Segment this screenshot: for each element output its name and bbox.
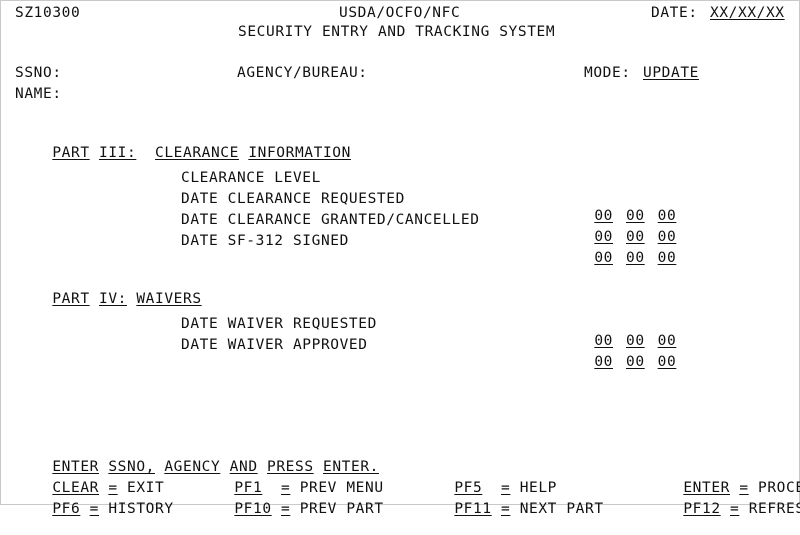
- terminal-screen: SZ10300 USDA/OCFO/NFC DATE: XX/XX/XX SEC…: [0, 0, 800, 517]
- date-waiver-approved-fields: 00 00 00: [557, 337, 676, 388]
- pfkey-pf6-history[interactable]: PF6 = HISTORY: [15, 484, 174, 535]
- program-id: SZ10300: [15, 5, 81, 21]
- clearance-level-input[interactable]: [557, 170, 583, 185]
- part4-heading-word: WAIVERS: [136, 291, 202, 307]
- pfkey-action: REFRESH: [748, 501, 800, 517]
- date-waiver-approved-label: DATE WAIVER APPROVED: [181, 337, 368, 353]
- part4-heading-word: PART: [52, 291, 90, 307]
- pfkey-pf11-next-part[interactable]: PF11 = NEXT PART: [417, 484, 604, 535]
- pfkey-action: HISTORY: [108, 501, 174, 517]
- date-field-yy[interactable]: 00: [658, 354, 677, 371]
- pfkey-separator: =: [730, 501, 740, 517]
- part3-heading-word: CLEARANCE: [155, 145, 239, 161]
- date-clearance-requested-label: DATE CLEARANCE REQUESTED: [181, 191, 405, 207]
- pfkey-name: PF10: [234, 501, 272, 517]
- mode-label: MODE:: [584, 65, 631, 81]
- pfkey-separator: =: [89, 501, 100, 517]
- date-sf312-signed-fields: 00 00 00: [557, 233, 676, 284]
- clearance-level-label: CLEARANCE LEVEL: [181, 170, 321, 186]
- date-clearance-granted-label: DATE CLEARANCE GRANTED/CANCELLED: [181, 212, 480, 228]
- screen-title: SECURITY ENTRY AND TRACKING SYSTEM: [238, 24, 556, 40]
- date-waiver-requested-label: DATE WAIVER REQUESTED: [181, 316, 377, 332]
- part3-heading-word: PART: [52, 145, 90, 161]
- agency-bureau-label: AGENCY/BUREAU:: [237, 65, 368, 81]
- pfkey-pf10-prev-part[interactable]: PF10 = PREV PART: [197, 484, 384, 535]
- part3-heading-word: INFORMATION: [248, 145, 351, 161]
- part4-heading-word: IV:: [99, 291, 127, 307]
- name-value: [79, 86, 179, 101]
- date-field-yy[interactable]: 00: [658, 250, 677, 267]
- pfkey-pf12-refresh[interactable]: PF12 = REFRESH: [646, 484, 800, 535]
- pfkey-name: PF12: [683, 501, 721, 517]
- part4-heading: PART IV: WAIVERS: [15, 274, 202, 325]
- pfkey-action: NEXT PART: [519, 501, 604, 517]
- organization-label: USDA/OCFO/NFC: [339, 5, 461, 21]
- date-sf312-signed-label: DATE SF-312 SIGNED: [181, 233, 349, 249]
- pfkey-action: PREV PART: [299, 501, 384, 517]
- ssno-input[interactable]: [79, 65, 179, 80]
- date-field-mm[interactable]: 00: [594, 250, 613, 267]
- name-label: NAME:: [15, 86, 62, 102]
- pfkey-separator: =: [501, 501, 511, 517]
- mode-value[interactable]: UPDATE: [643, 65, 699, 82]
- date-field-mm[interactable]: 00: [594, 354, 613, 371]
- part3-heading-word: III:: [99, 145, 137, 161]
- date-label: DATE:: [651, 5, 698, 21]
- date-value[interactable]: XX/XX/XX: [710, 5, 785, 22]
- agency-bureau-input[interactable]: [386, 65, 466, 80]
- pfkey-name: PF11: [454, 501, 492, 517]
- pfkey-separator: =: [281, 501, 291, 517]
- date-field-dd[interactable]: 00: [626, 250, 645, 267]
- date-field-dd[interactable]: 00: [626, 354, 645, 371]
- pfkey-name: PF6: [52, 501, 81, 517]
- ssno-label: SSNO:: [15, 65, 62, 81]
